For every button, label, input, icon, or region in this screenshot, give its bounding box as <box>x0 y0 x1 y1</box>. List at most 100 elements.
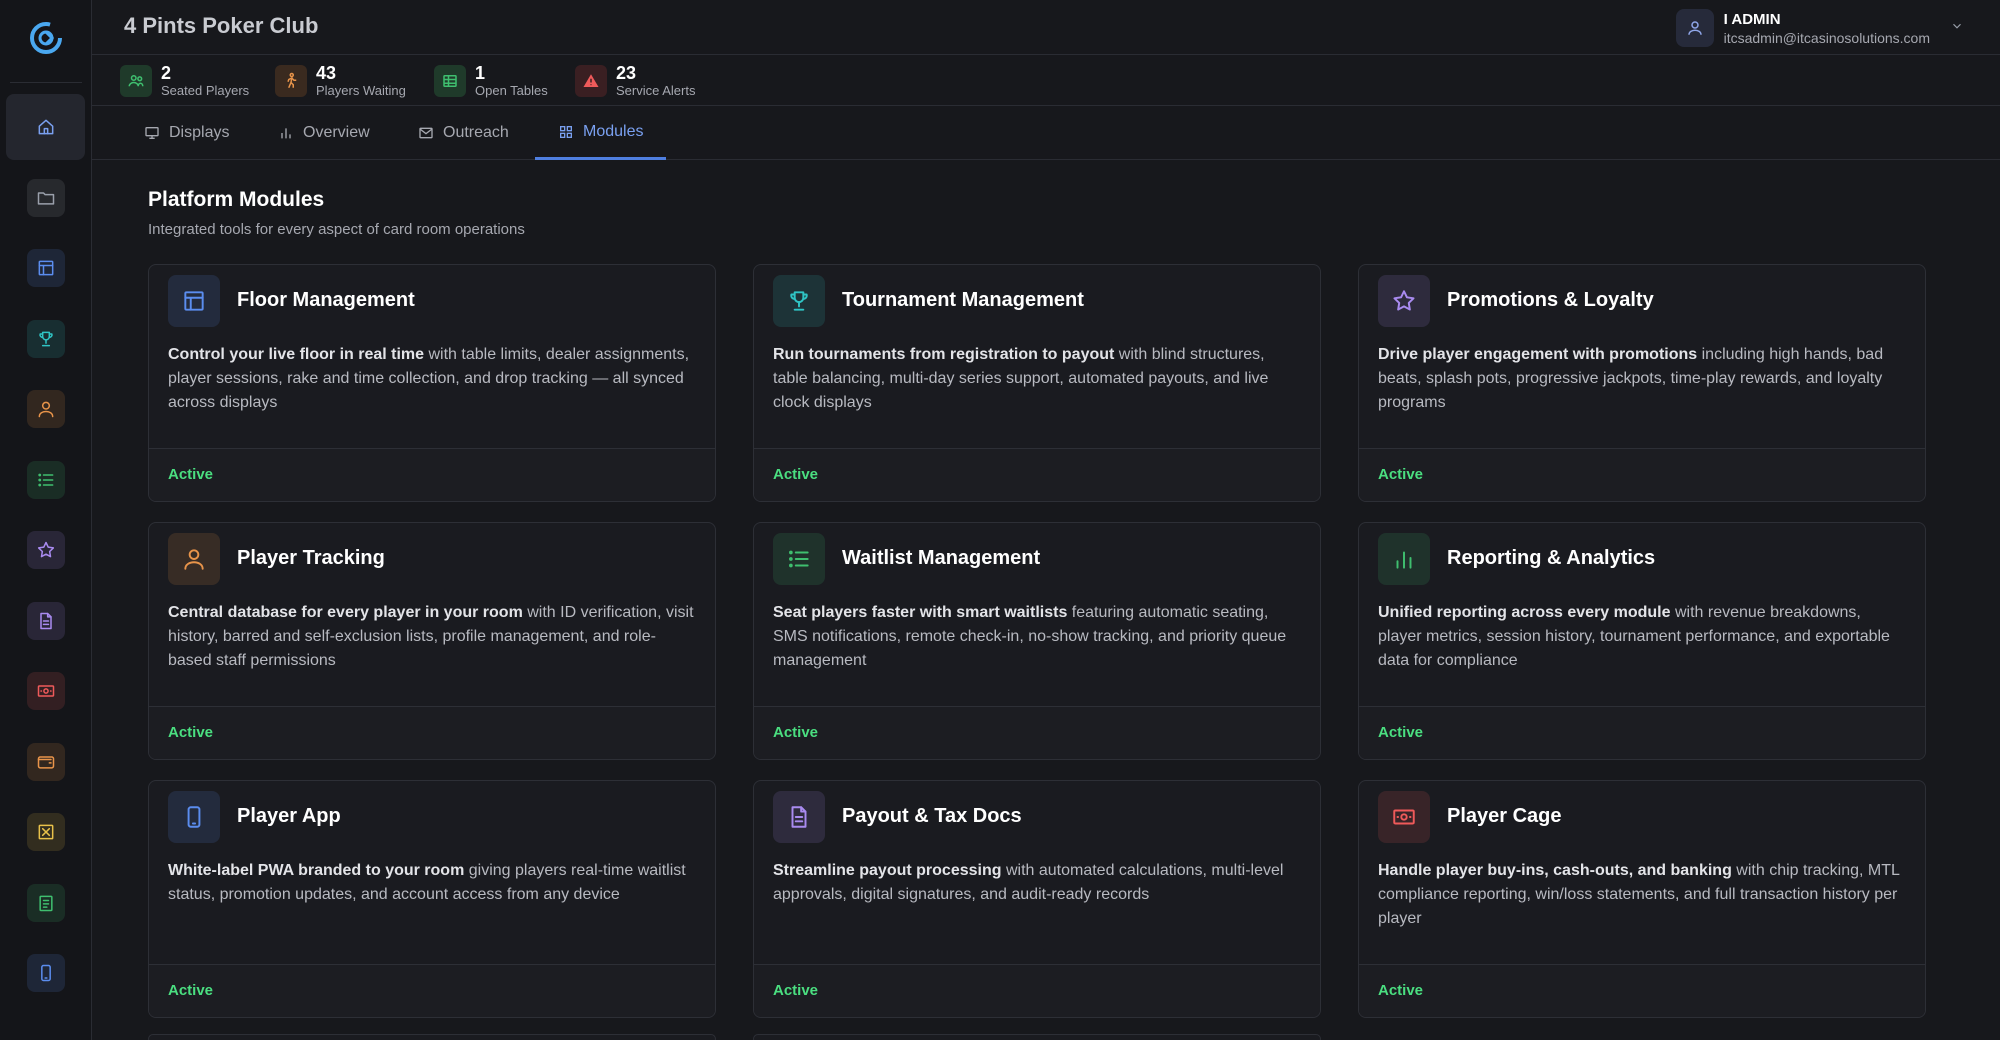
stat-label: Service Alerts <box>616 83 696 98</box>
module-card[interactable]: Player App White-label PWA branded to you… <box>148 780 716 1018</box>
module-status: Active <box>1378 982 1424 999</box>
user-icon <box>168 533 220 585</box>
module-footer: Active <box>1359 448 1925 501</box>
module-description-highlight: Central database for every player in you… <box>168 604 523 621</box>
stats-bar: 2 Seated Players 43 Players Waiting 1 Open … <box>92 55 2000 106</box>
club-name: 4 Pints Poker Club <box>124 13 319 38</box>
stat-label: Seated Players <box>161 83 250 98</box>
sidebar-item-receipt[interactable] <box>27 813 65 851</box>
tab-label: Overview <box>303 124 370 141</box>
sidebar-item-phone[interactable] <box>27 954 65 992</box>
tab-modules[interactable]: Modules <box>535 106 667 160</box>
sidebar-item-trophy[interactable] <box>27 319 65 358</box>
module-description-highlight: Seat players faster with smart waitlists <box>773 604 1068 621</box>
module-card[interactable]: Reporting & Analytics Unified reporting a… <box>1358 522 1926 760</box>
card-partial <box>753 1034 1321 1040</box>
module-description-highlight: Control your live floor in real time <box>168 346 425 363</box>
tab-label: Displays <box>169 124 230 141</box>
user-menu[interactable]: I ADMIN itcsadmin@itcasinosolutions.com <box>1675 8 1964 48</box>
module-card[interactable]: Promotions & Loyalty Drive player engagem… <box>1358 264 1926 502</box>
sidebar-item-home[interactable] <box>27 108 65 146</box>
document-icon <box>773 791 825 843</box>
card-partial <box>148 1034 716 1040</box>
trophy-icon <box>39 331 53 346</box>
module-title: Waitlist Management <box>842 547 1041 569</box>
module-footer: Active <box>149 448 715 501</box>
folder-icon <box>37 191 55 205</box>
sidebar-item-list[interactable] <box>27 460 65 499</box>
sidebar-item-wallet[interactable] <box>27 742 65 781</box>
user-icon <box>38 401 54 418</box>
stat-label: Open Tables <box>475 83 548 98</box>
receipt-icon <box>38 824 54 840</box>
module-status: Active <box>773 724 819 741</box>
module-description-highlight: Run tournaments from registration to pay… <box>773 346 1115 363</box>
module-status: Active <box>1378 466 1424 483</box>
module-card[interactable]: Player Cage Handle player buy-ins, cash-o… <box>1358 780 1926 1018</box>
alert-icon <box>575 64 607 97</box>
sidebar-item-cash[interactable] <box>27 672 65 710</box>
module-description-highlight: Handle player buy-ins, cash-outs, and ba… <box>1378 862 1732 879</box>
module-description-highlight: Unified reporting across every module <box>1378 604 1671 621</box>
layout-icon <box>168 275 220 327</box>
stat-seated-players[interactable]: 2 Seated Players <box>120 63 249 98</box>
user-avatar-icon <box>1675 9 1714 47</box>
module-status: Active <box>168 982 214 999</box>
stat-open-tables[interactable]: 1 Open Tables <box>434 63 548 98</box>
module-title: Payout & Tax Docs <box>842 805 1022 827</box>
tab-label: Outreach <box>443 124 509 141</box>
module-card[interactable]: Player Tracking Central database for ever… <box>148 522 716 760</box>
stat-service-alerts[interactable]: 23 Service Alerts <box>575 63 695 98</box>
sidebar-item-document[interactable] <box>27 601 65 640</box>
chevron-down-icon[interactable] <box>1950 19 1964 38</box>
monitor-icon <box>145 126 159 139</box>
cash-icon <box>37 685 55 697</box>
module-status: Active <box>1378 724 1424 741</box>
module-description: Run tournaments from registration to pay… <box>773 343 1303 415</box>
module-card[interactable]: Floor Management Control your live floor … <box>148 264 716 502</box>
module-footer: Active <box>1359 964 1925 1017</box>
sidebar-item-clipboard[interactable] <box>27 883 65 922</box>
tab-label: Modules <box>583 122 644 140</box>
app-logo-icon[interactable] <box>24 16 68 60</box>
document-icon <box>40 612 52 629</box>
sidebar-item-user[interactable] <box>27 390 65 428</box>
walking-icon <box>275 64 307 97</box>
tab-displays[interactable]: Displays <box>144 106 229 160</box>
module-footer: Active <box>1359 706 1925 759</box>
grid-icon <box>560 125 572 138</box>
sidebar-item-folder[interactable] <box>27 178 65 217</box>
sidebar-item-layout[interactable] <box>27 249 65 287</box>
module-title: Floor Management <box>237 289 415 311</box>
module-title: Reporting & Analytics <box>1447 547 1656 569</box>
module-description: Handle player buy-ins, cash-outs, and ba… <box>1378 859 1908 931</box>
module-card[interactable]: Waitlist Management Seat players faster w… <box>753 522 1321 760</box>
module-title: Player App <box>237 805 341 827</box>
tab-overview[interactable]: Overview <box>278 106 370 160</box>
clipboard-icon <box>39 895 53 911</box>
mail-icon <box>419 127 433 139</box>
home-icon <box>38 119 54 135</box>
user-name: I ADMIN <box>1723 10 1781 28</box>
module-description: Streamline payout processing with automa… <box>773 859 1303 907</box>
module-card[interactable]: Tournament Management Run tournaments fro… <box>753 264 1321 502</box>
module-title: Player Tracking <box>237 547 385 569</box>
stat-label: Players Waiting <box>316 83 406 98</box>
module-status: Active <box>773 982 819 999</box>
module-description: Drive player engagement with promotions … <box>1378 343 1908 415</box>
analytics-icon <box>1378 533 1430 585</box>
module-description-highlight: Drive player engagement with promotions <box>1378 346 1698 363</box>
app-root: 4 Pints Poker Club I ADMIN itcsadmin@itc… <box>0 0 2000 1040</box>
star-icon <box>1378 275 1430 327</box>
section-title: Platform Modules <box>148 188 325 211</box>
module-title: Tournament Management <box>842 289 1084 311</box>
module-card[interactable]: Payout & Tax Docs Streamline payout proce… <box>753 780 1321 1018</box>
stat-value: 43 <box>316 63 337 83</box>
module-description: Seat players faster with smart waitlists… <box>773 601 1303 673</box>
sidebar-item-star[interactable] <box>27 531 65 569</box>
module-status: Active <box>168 466 214 483</box>
stat-players-waiting[interactable]: 43 Players Waiting <box>275 63 406 98</box>
tab-outreach[interactable]: Outreach <box>418 106 509 160</box>
module-footer: Active <box>149 706 715 759</box>
section-subtitle: Integrated tools for every aspect of car… <box>148 221 525 238</box>
